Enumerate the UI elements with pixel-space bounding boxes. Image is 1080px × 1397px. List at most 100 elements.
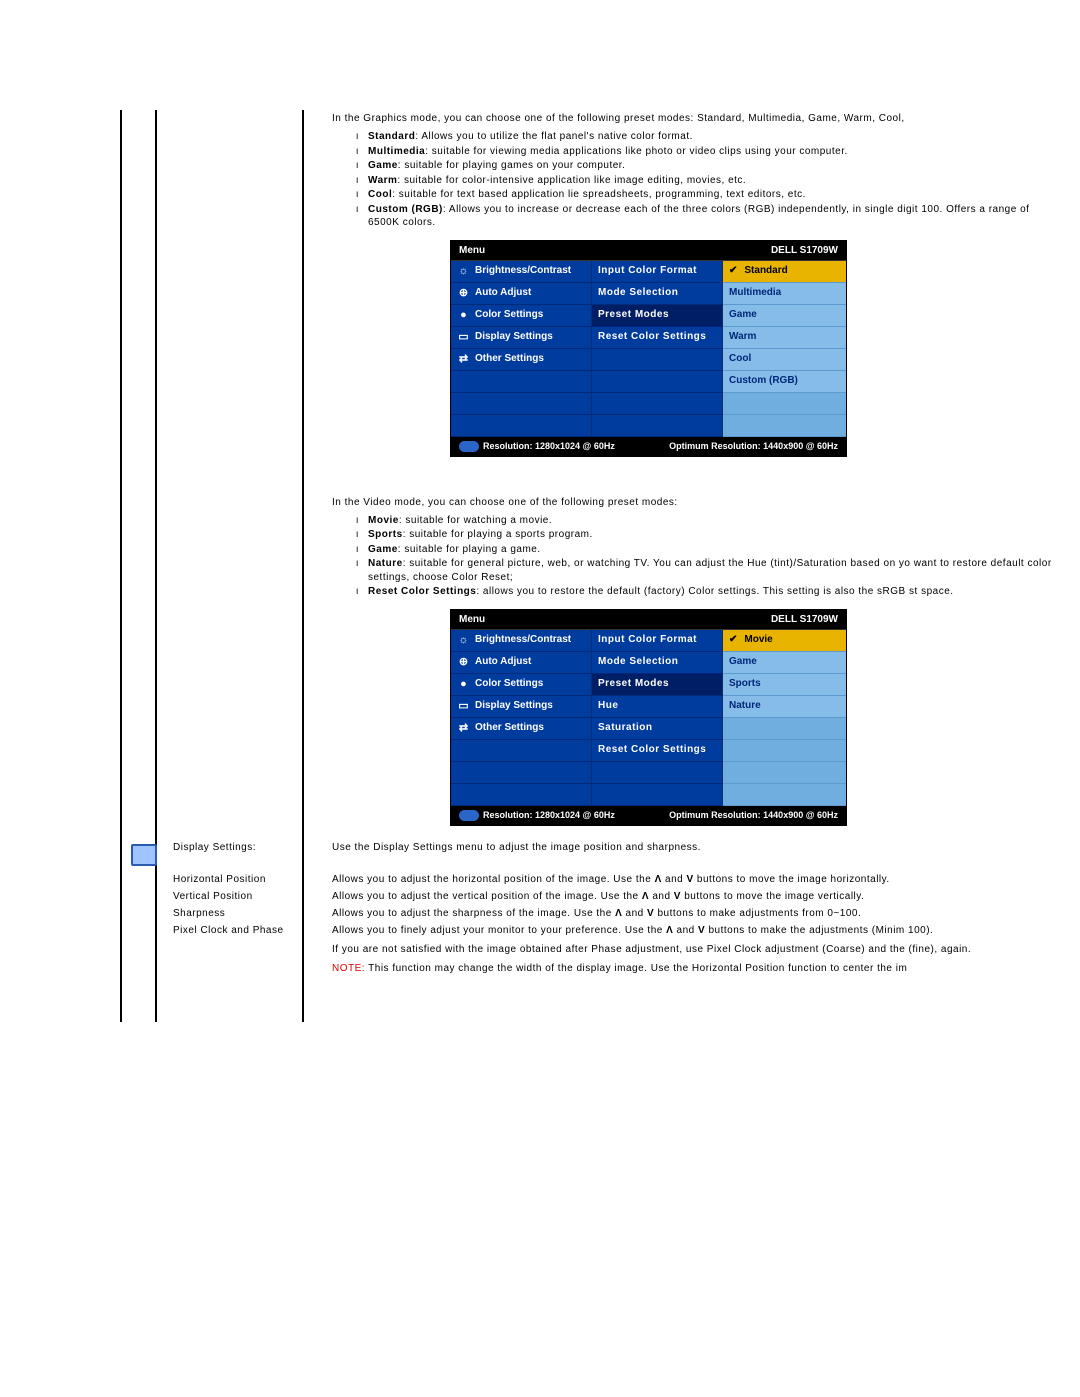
- up-arrow-icon: Λ: [642, 891, 649, 902]
- osd-mid-item[interactable]: Input Color Format: [592, 630, 722, 652]
- osd-left-icon: ☼: [457, 634, 470, 647]
- osd-right-item: [723, 393, 846, 415]
- osd-mid-item[interactable]: [592, 762, 722, 784]
- row-body: Allows you to finely adjust your monitor…: [326, 922, 1070, 977]
- res-pill-icon: [459, 441, 479, 452]
- osd-right-item: [723, 740, 846, 762]
- display-settings-label: Display Settings:: [167, 839, 326, 871]
- osd-mid-item[interactable]: Mode Selection: [592, 283, 722, 305]
- preset-item: Reset Color Settings: allows you to rest…: [356, 585, 1064, 599]
- osd-right-item[interactable]: Cool: [723, 349, 846, 371]
- osd-left-item[interactable]: ▭Display Settings: [451, 327, 591, 349]
- osd-mid-item[interactable]: Reset Color Settings: [592, 740, 722, 762]
- osd-left-icon: ●: [457, 309, 470, 322]
- osd-footer-opt: Optimum Resolution: 1440x900 @ 60Hz: [669, 810, 838, 820]
- osd-mid-item[interactable]: Preset Modes: [592, 674, 722, 696]
- osd-left-item[interactable]: ☼Brightness/Contrast: [451, 630, 591, 652]
- osd-mid-item[interactable]: Mode Selection: [592, 652, 722, 674]
- display-settings-icon: [131, 844, 157, 866]
- osd-mid-item[interactable]: Input Color Format: [592, 261, 722, 283]
- preset-item: Game: suitable for playing a game.: [356, 543, 1064, 557]
- row-label: Sharpness: [167, 905, 326, 922]
- osd-right-item[interactable]: Game: [723, 305, 846, 327]
- osd-left-item[interactable]: [451, 371, 591, 393]
- video-preset-list: Movie: suitable for watching a movie.Spo…: [332, 514, 1064, 599]
- osd-menu-label: Menu: [459, 245, 485, 256]
- osd-footer-opt: Optimum Resolution: 1440x900 @ 60Hz: [669, 441, 838, 451]
- osd-video: Menu DELL S1709W ☼Brightness/Contrast⊕Au…: [450, 609, 847, 826]
- osd-left-item[interactable]: [451, 415, 591, 437]
- osd-left-icon: ▭: [457, 700, 470, 713]
- osd-right-item[interactable]: Nature: [723, 696, 846, 718]
- osd-right-item[interactable]: Game: [723, 652, 846, 674]
- graphics-preset-list: Standard: Allows you to utilize the flat…: [332, 130, 1064, 230]
- osd-right-item[interactable]: ✔Movie: [723, 630, 846, 652]
- preset-item: Sports: suitable for playing a sports pr…: [356, 528, 1064, 542]
- osd-left-icon: ▭: [457, 331, 470, 344]
- osd-mid-item[interactable]: [592, 784, 722, 806]
- display-settings-desc: Use the Display Settings menu to adjust …: [326, 839, 1070, 871]
- osd-left-item[interactable]: ⇄Other Settings: [451, 718, 591, 740]
- osd-right-item: [723, 784, 846, 806]
- video-intro: In the Video mode, you can choose one of…: [332, 497, 1064, 508]
- row-body: Allows you to adjust the horizontal posi…: [326, 871, 1070, 888]
- osd-left-item[interactable]: ⊕Auto Adjust: [451, 283, 591, 305]
- osd-right-item[interactable]: Multimedia: [723, 283, 846, 305]
- down-arrow-icon: V: [674, 891, 681, 902]
- check-icon: ✔: [729, 261, 737, 283]
- osd-right-item[interactable]: ✔Standard: [723, 261, 846, 283]
- osd-left-item[interactable]: [451, 393, 591, 415]
- preset-item: Cool: suitable for text based applicatio…: [356, 188, 1064, 202]
- osd-mid-item[interactable]: Hue: [592, 696, 722, 718]
- note-label: NOTE:: [332, 963, 365, 974]
- osd-right-item: [723, 415, 846, 437]
- preset-item: Game: suitable for playing games on your…: [356, 159, 1064, 173]
- osd-mid-item[interactable]: [592, 371, 722, 393]
- osd-left-item[interactable]: ▭Display Settings: [451, 696, 591, 718]
- osd-right-item: [723, 718, 846, 740]
- osd-right-item[interactable]: Custom (RGB): [723, 371, 846, 393]
- preset-item: Standard: Allows you to utilize the flat…: [356, 130, 1064, 144]
- osd-model: DELL S1709W: [771, 245, 838, 256]
- row-body: Allows you to adjust the vertical positi…: [326, 888, 1070, 905]
- graphics-intro: In the Graphics mode, you can choose one…: [332, 113, 1064, 124]
- osd-mid-item[interactable]: Preset Modes: [592, 305, 722, 327]
- osd-mid-item[interactable]: Saturation: [592, 718, 722, 740]
- preset-item: Movie: suitable for watching a movie.: [356, 514, 1064, 528]
- osd-mid-item[interactable]: Reset Color Settings: [592, 327, 722, 349]
- preset-item: Warm: suitable for color-intensive appli…: [356, 174, 1064, 188]
- osd-footer-res: Resolution: 1280x1024 @ 60Hz: [483, 441, 615, 451]
- osd-left-item[interactable]: ⊕Auto Adjust: [451, 652, 591, 674]
- row-label: Horizontal Position: [167, 871, 326, 888]
- preset-item: Nature: suitable for general picture, we…: [356, 557, 1064, 584]
- osd-model: DELL S1709W: [771, 614, 838, 625]
- osd-right-item[interactable]: Sports: [723, 674, 846, 696]
- osd-right-item[interactable]: Warm: [723, 327, 846, 349]
- osd-right-item: [723, 762, 846, 784]
- osd-left-icon: ⊕: [457, 287, 470, 300]
- osd-left-item[interactable]: [451, 762, 591, 784]
- res-pill-icon: [459, 810, 479, 821]
- preset-item: Custom (RGB): Allows you to increase or …: [356, 203, 1064, 230]
- osd-mid-item[interactable]: [592, 349, 722, 371]
- osd-mid-item[interactable]: [592, 393, 722, 415]
- osd-left-item[interactable]: ●Color Settings: [451, 305, 591, 327]
- osd-left-item[interactable]: [451, 784, 591, 806]
- check-icon: ✔: [729, 630, 737, 652]
- osd-left-icon: ⇄: [457, 722, 470, 735]
- osd-left-item[interactable]: ●Color Settings: [451, 674, 591, 696]
- osd-left-item[interactable]: [451, 740, 591, 762]
- osd-left-item[interactable]: ⇄Other Settings: [451, 349, 591, 371]
- preset-item: Multimedia: suitable for viewing media a…: [356, 145, 1064, 159]
- osd-left-item[interactable]: ☼Brightness/Contrast: [451, 261, 591, 283]
- up-arrow-icon: Λ: [655, 874, 662, 885]
- osd-graphics: Menu DELL S1709W ☼Brightness/Contrast⊕Au…: [450, 240, 847, 457]
- row-label: Vertical Position: [167, 888, 326, 905]
- osd-left-icon: ●: [457, 678, 470, 691]
- row-body: Allows you to adjust the sharpness of th…: [326, 905, 1070, 922]
- row-label: Pixel Clock and Phase: [167, 922, 326, 977]
- osd-left-icon: ☼: [457, 265, 470, 278]
- osd-footer-res: Resolution: 1280x1024 @ 60Hz: [483, 810, 615, 820]
- osd-mid-item[interactable]: [592, 415, 722, 437]
- osd-left-icon: ⇄: [457, 353, 470, 366]
